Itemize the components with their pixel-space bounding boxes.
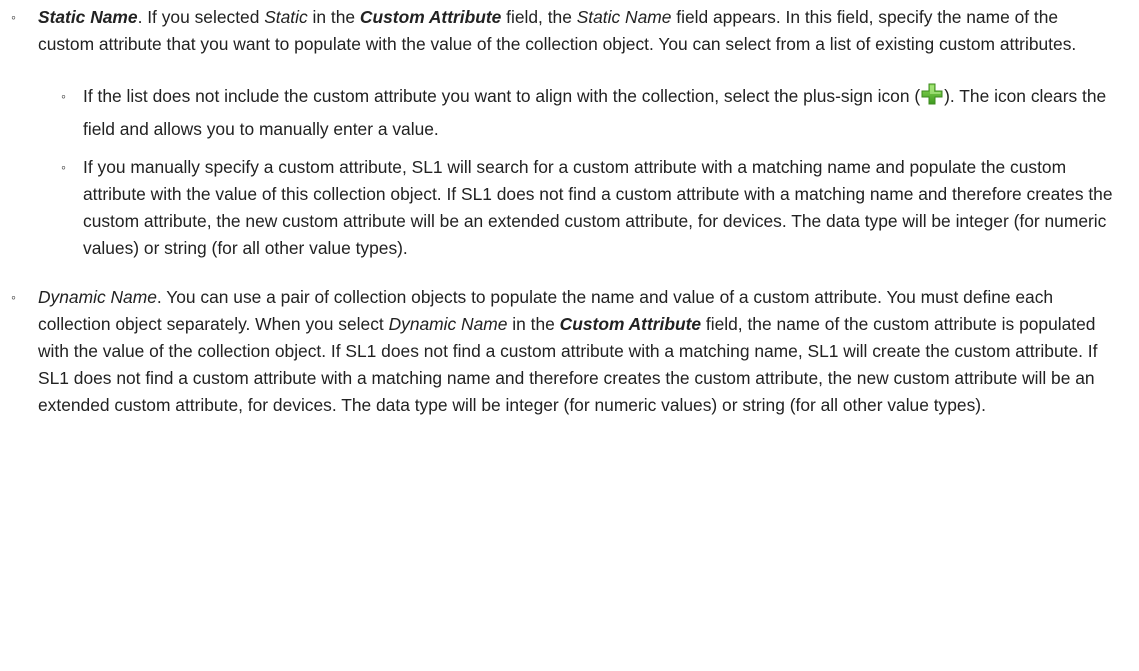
bullet: ◦	[11, 289, 16, 305]
text: . If you selected	[137, 7, 265, 27]
list-item-dynamic-name: ◦ Dynamic Name. You can use a pair of co…	[11, 284, 1118, 419]
dynamic-name-word: Dynamic Name	[388, 314, 508, 334]
text: If you manually specify a custom attribu…	[83, 157, 1113, 258]
list-item-static-name: ◦ Static Name. If you selected Static in…	[11, 4, 1118, 58]
document-body: ◦ Static Name. If you selected Static in…	[0, 0, 1139, 419]
field-name-custom-attribute: Custom Attribute	[559, 314, 702, 334]
bullet: ◦	[11, 9, 16, 25]
text: If the list does not include the custom …	[83, 86, 921, 106]
sub-list-item-manual-attribute: ◦ If you manually specify a custom attri…	[61, 154, 1118, 262]
static-word: Static	[264, 7, 308, 27]
plus-icon	[921, 83, 943, 105]
field-name-custom-attribute: Custom Attribute	[359, 7, 502, 27]
text: in the	[307, 7, 360, 27]
text: in the	[507, 314, 560, 334]
bullet: ◦	[61, 159, 66, 175]
bullet: ◦	[61, 88, 66, 104]
sub-list-item-plus-icon: ◦ If the list does not include the custo…	[61, 80, 1118, 146]
term-static-name: Static Name	[38, 7, 138, 27]
term-dynamic-name: Dynamic Name	[38, 287, 157, 307]
text: field, the	[501, 7, 577, 27]
static-name-word: Static Name	[576, 7, 672, 27]
